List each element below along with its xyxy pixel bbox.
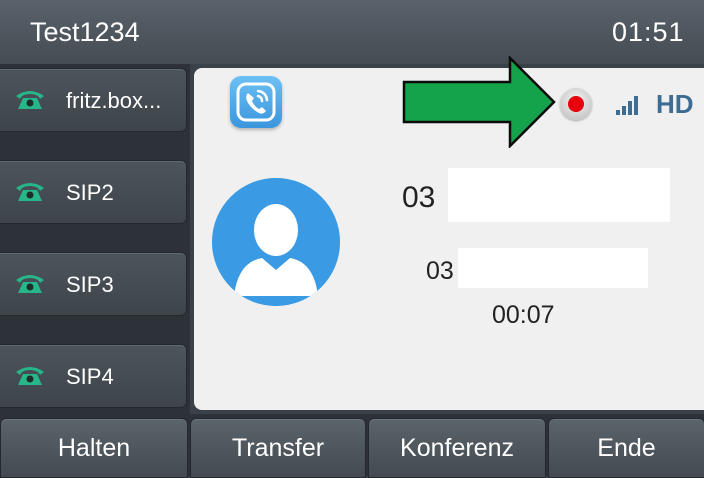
line-key-3[interactable]: SIP3 [0,252,187,316]
line-key-2[interactable]: SIP2 [0,160,187,224]
redacted-number [458,248,648,288]
hold-button[interactable]: Halten [0,418,188,478]
contact-avatar-icon [212,178,340,306]
hd-audio-badge: HD [656,89,694,119]
clock: 01:51 [612,17,685,47]
record-dot [568,96,584,112]
line-key-4[interactable]: SIP4 [0,344,187,408]
call-duration: 00:07 [492,301,555,329]
phone-icon [16,91,44,109]
line-key-label: SIP2 [66,180,114,205]
account-name: Test1234 [30,17,140,47]
record-icon [560,88,592,120]
line-key-label: fritz.box... [66,88,162,113]
caller-number: 03 [402,181,436,214]
phone-icon [16,367,44,385]
caller-secondary-number: 03 [426,257,454,285]
conference-button[interactable]: Konferenz [368,418,546,478]
line-key-1[interactable]: fritz.box... [0,68,187,132]
line-keys: fritz.box... SIP2 SIP3 SIP4 [0,64,190,414]
softkey-bar: Halten Transfer Konferenz Ende [0,414,704,478]
line-key-label: SIP3 [66,272,114,297]
phone-icon [16,275,44,293]
transfer-button[interactable]: Transfer [190,418,366,478]
phone-icon [16,183,44,201]
status-bar: Test1234 01:51 [0,0,704,64]
end-call-button[interactable]: Ende [548,418,704,478]
line-key-label: SIP4 [66,364,114,389]
green-arrow-icon [402,56,556,148]
call-app-icon [230,76,282,128]
signal-bars-icon [616,96,638,115]
redacted-number [448,168,670,222]
